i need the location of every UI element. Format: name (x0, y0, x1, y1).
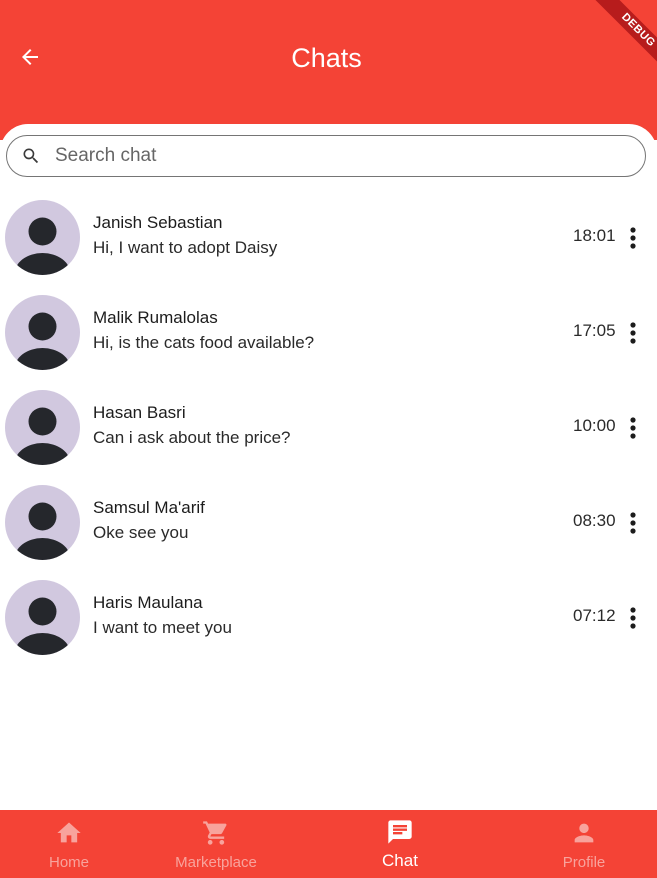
more-vert-icon (630, 417, 636, 439)
person-icon (570, 819, 598, 847)
more-vert-icon (630, 227, 636, 249)
more-options-button[interactable] (622, 606, 644, 630)
chat-name: Janish Sebastian (93, 213, 223, 232)
more-vert-icon (630, 322, 636, 344)
debug-banner: DEBUG (577, 0, 657, 80)
chat-time: 18:01 (573, 226, 616, 245)
avatar (5, 295, 80, 370)
search-bar[interactable] (6, 135, 646, 177)
chat-list-item[interactable]: Samsul Ma'arif Oke see you 08:30 (0, 475, 657, 570)
debug-label: DEBUG (593, 0, 657, 76)
nav-label-marketplace: Marketplace (175, 854, 257, 871)
chat-time: 10:00 (573, 416, 616, 435)
more-vert-icon (630, 607, 636, 629)
avatar (5, 580, 80, 655)
bottom-navigation: Home Marketplace Chat Profile (0, 810, 657, 878)
nav-label-profile: Profile (562, 854, 606, 871)
chat-time: 08:30 (573, 511, 616, 530)
person-placeholder-icon (14, 312, 71, 370)
nav-label-home: Home (48, 854, 89, 871)
chat-last-message: Hi, is the cats food available? (93, 333, 315, 352)
chat-last-message: I want to meet you (93, 618, 232, 637)
chat-list-item[interactable]: Hasan Basri Can i ask about the price? 10:… (0, 380, 657, 475)
nav-item-marketplace[interactable]: Marketplace (166, 810, 266, 878)
chat-name: Haris Maulana (93, 593, 203, 612)
chat-list-item[interactable]: Janish Sebastian Hi, I want to adopt Dais… (0, 190, 657, 285)
app-bar: Chats DEBUG (0, 0, 657, 140)
chat-list-item[interactable]: Malik Rumalolas Hi, is the cats food avai… (0, 285, 657, 380)
chat-last-message: Hi, I want to adopt Daisy (93, 238, 278, 257)
person-placeholder-icon (14, 217, 71, 275)
avatar (5, 390, 80, 465)
chat-list-panel: Janish Sebastian Hi, I want to adopt Dais… (0, 124, 657, 810)
person-placeholder-icon (14, 407, 71, 465)
chat-last-message: Oke see you (93, 523, 189, 542)
person-placeholder-icon (14, 502, 71, 560)
nav-item-chat[interactable]: Chat (360, 810, 440, 878)
avatar (5, 485, 80, 560)
chat-name: Hasan Basri (93, 403, 186, 422)
more-options-button[interactable] (622, 511, 644, 535)
home-icon (55, 819, 83, 847)
chat-name: Samsul Ma'arif (93, 498, 205, 517)
person-placeholder-icon (14, 597, 71, 655)
more-options-button[interactable] (622, 321, 644, 345)
chat-time: 07:12 (573, 606, 616, 625)
more-vert-icon (630, 512, 636, 534)
chat-list-item[interactable]: Haris Maulana I want to meet you 07:12 (0, 570, 657, 665)
chat-icon (386, 818, 414, 846)
shopping-cart-icon (202, 819, 230, 847)
chat-name: Malik Rumalolas (93, 308, 218, 327)
chat-time: 17:05 (573, 321, 616, 340)
nav-item-home[interactable]: Home (28, 810, 110, 878)
more-options-button[interactable] (622, 416, 644, 440)
nav-item-profile[interactable]: Profile (544, 810, 624, 878)
nav-label-chat: Chat (382, 851, 418, 870)
search-icon (21, 146, 41, 166)
more-options-button[interactable] (622, 226, 644, 250)
avatar (5, 200, 80, 275)
chat-last-message: Can i ask about the price? (93, 428, 291, 447)
page-title: Chats (291, 43, 362, 73)
search-input[interactable] (55, 145, 595, 167)
